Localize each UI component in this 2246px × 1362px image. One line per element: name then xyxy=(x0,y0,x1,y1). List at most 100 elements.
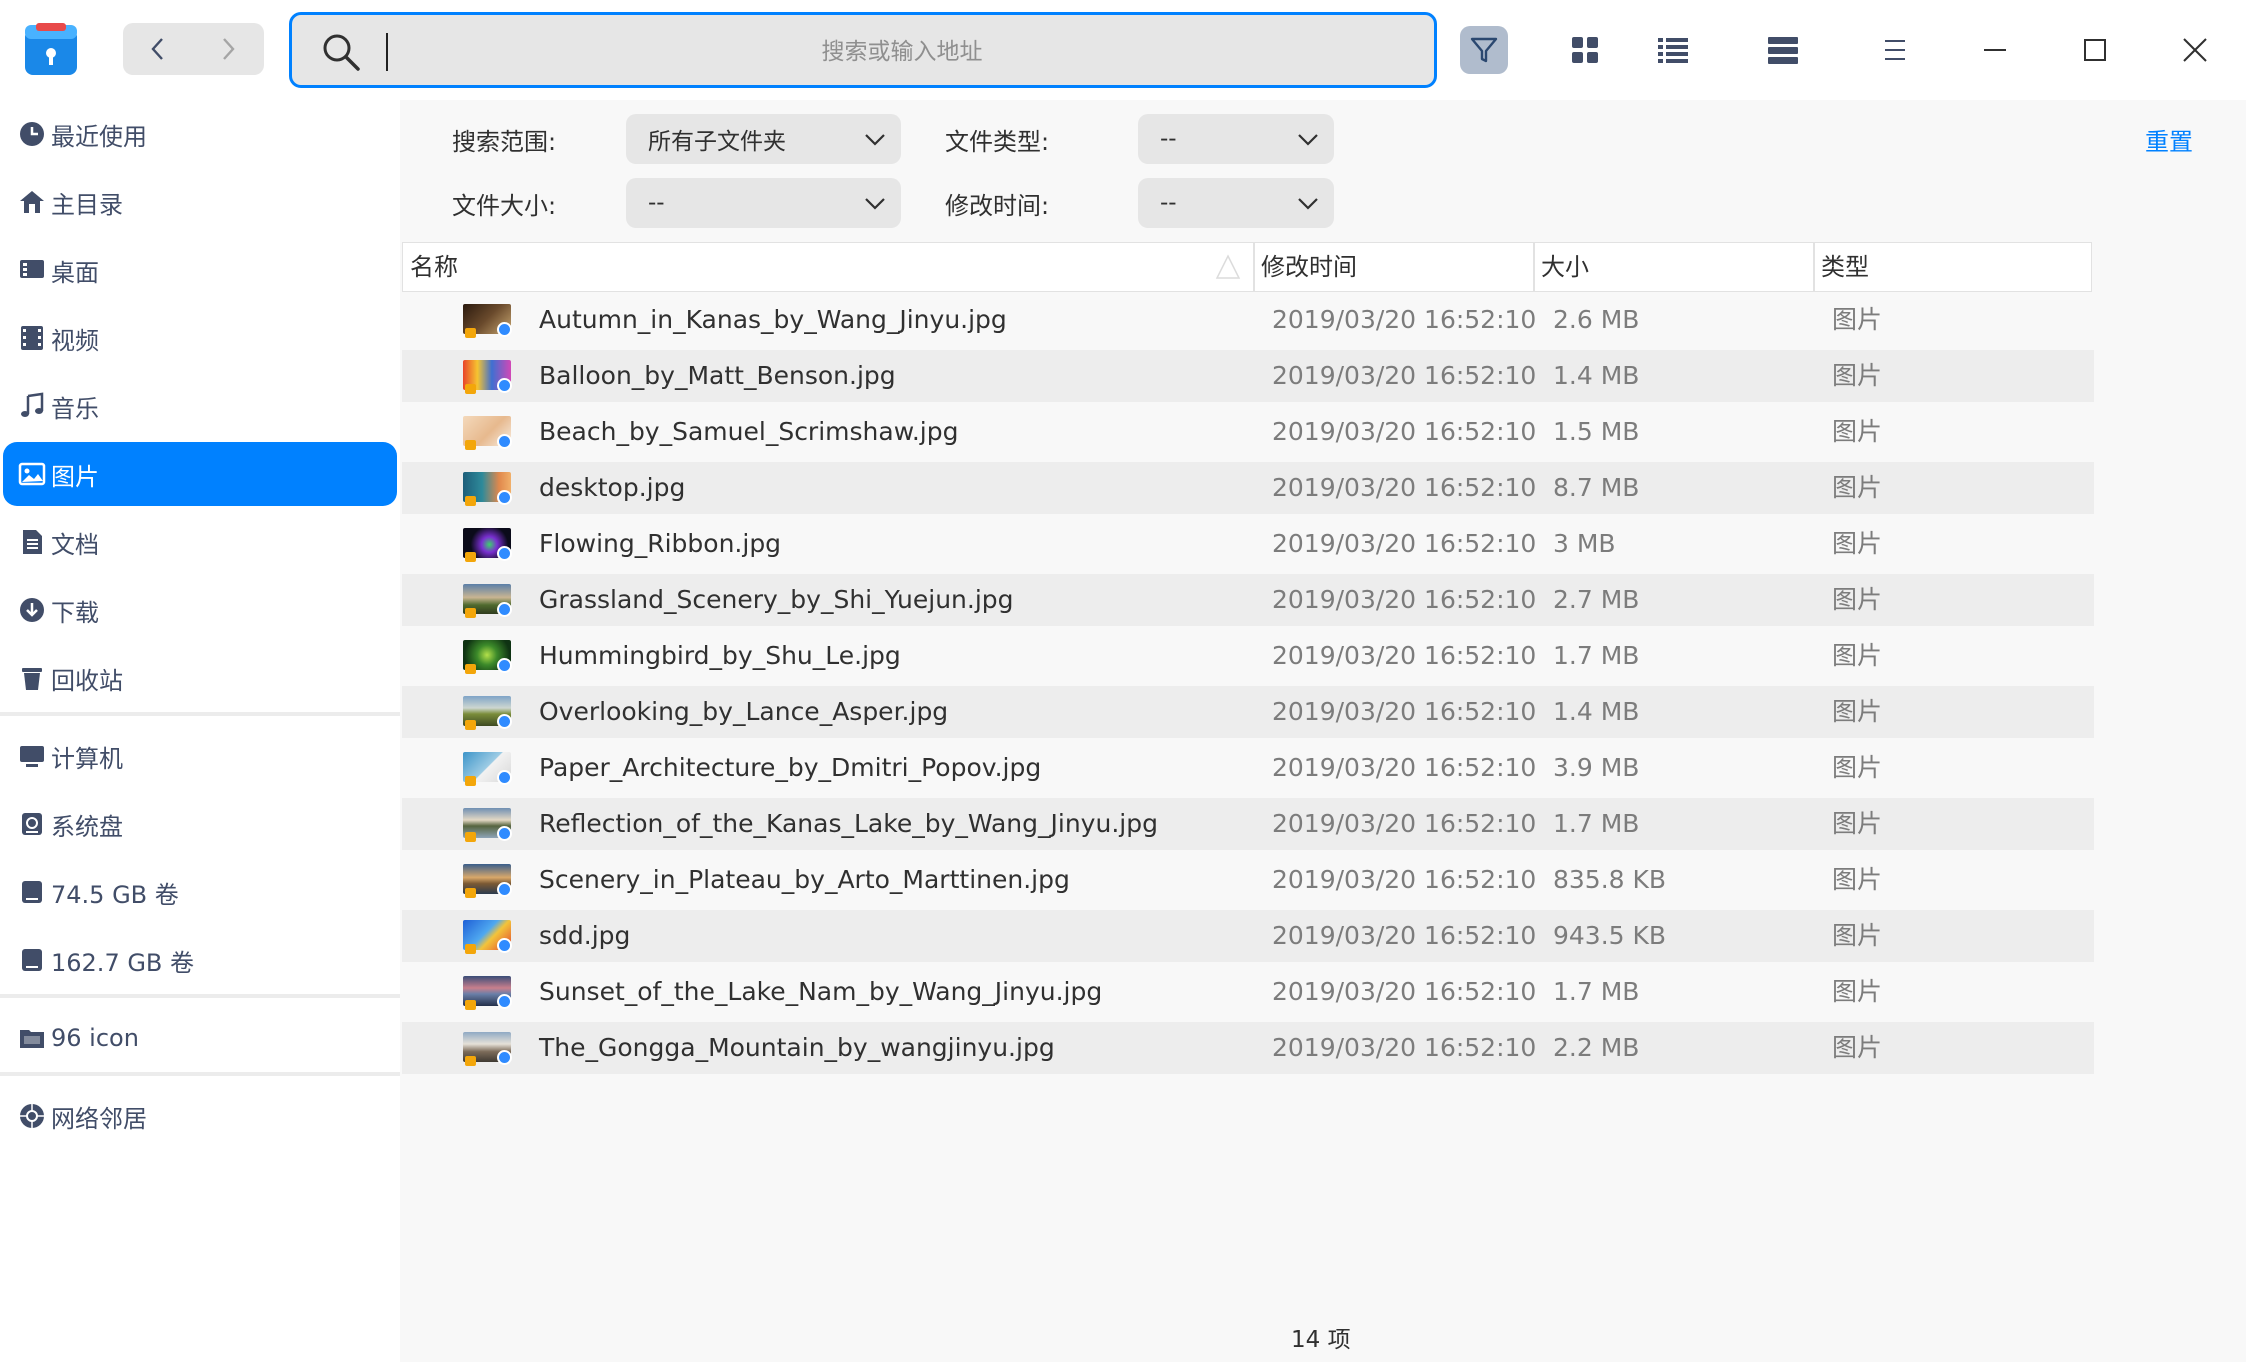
file-name: Sunset_of_the_Lake_Nam_by_Wang_Jinyu.jpg xyxy=(539,977,1103,1006)
table-row[interactable]: The_Gongga_Mountain_by_wangjinyu.jpg 201… xyxy=(402,1022,2094,1074)
table-row[interactable]: Scenery_in_Plateau_by_Arto_Marttinen.jpg… xyxy=(402,854,2094,906)
sidebar-item-trash[interactable]: 回收站 xyxy=(3,646,397,710)
text-caret xyxy=(386,33,388,71)
sidebar-item-network[interactable]: 网络邻居 xyxy=(3,1084,397,1148)
search-icon xyxy=(323,34,360,71)
sidebar-item-label: 回收站 xyxy=(51,666,123,695)
sidebar: 最近使用 主目录 桌面 视频 音乐 图片 文档 下载 回收站 计算机 系统盘 7… xyxy=(0,100,400,1362)
desktop-icon xyxy=(17,255,47,285)
modified-time-dropdown[interactable]: -- xyxy=(1138,178,1334,228)
search-scope-label: 搜索范围: xyxy=(452,128,557,156)
image-thumbnail xyxy=(463,920,512,954)
sidebar-item-desktop[interactable]: 桌面 xyxy=(3,238,397,302)
chevron-right-icon xyxy=(223,38,235,60)
file-modified: 2019/03/20 16:52:10 xyxy=(1272,305,1537,334)
sidebar-item-downloads[interactable]: 下载 xyxy=(3,578,397,642)
file-size: 3 MB xyxy=(1553,529,1616,558)
file-size-dropdown[interactable]: -- xyxy=(626,178,901,228)
table-row[interactable]: Sunset_of_the_Lake_Nam_by_Wang_Jinyu.jpg… xyxy=(402,966,2094,1018)
back-button[interactable] xyxy=(123,23,193,75)
file-size: 1.5 MB xyxy=(1553,417,1640,446)
table-row[interactable]: Flowing_Ribbon.jpg 2019/03/20 16:52:10 3… xyxy=(402,518,2094,570)
chevron-left-icon xyxy=(151,38,163,60)
lock-icon xyxy=(465,328,476,338)
minimize-button[interactable] xyxy=(1971,26,2019,74)
lock-icon xyxy=(465,832,476,842)
table-row[interactable]: Reflection_of_the_Kanas_Lake_by_Wang_Jin… xyxy=(402,798,2094,850)
column-separator[interactable] xyxy=(1813,243,1815,291)
column-separator[interactable] xyxy=(1533,243,1535,291)
table-row[interactable]: sdd.jpg 2019/03/20 16:52:10 943.5 KB 图片 xyxy=(402,910,2094,962)
search-input[interactable] xyxy=(402,25,1402,79)
file-size: 1.7 MB xyxy=(1553,641,1640,670)
table-row[interactable]: Beach_by_Samuel_Scrimshaw.jpg 2019/03/20… xyxy=(402,406,2094,458)
table-header: 名称 修改时间 大小 类型 xyxy=(402,242,2092,292)
column-separator[interactable] xyxy=(1253,243,1255,291)
close-button[interactable] xyxy=(2171,26,2219,74)
sidebar-item-home[interactable]: 主目录 xyxy=(3,170,397,234)
image-thumbnail xyxy=(463,640,512,674)
file-name: Scenery_in_Plateau_by_Arto_Marttinen.jpg xyxy=(539,865,1070,894)
sidebar-item-pictures[interactable]: 图片 xyxy=(3,442,397,506)
sidebar-item-system-disk[interactable]: 系统盘 xyxy=(3,792,397,856)
lock-icon xyxy=(465,776,476,786)
maximize-button[interactable] xyxy=(2071,26,2119,74)
file-type: 图片 xyxy=(1832,641,1883,670)
search-scope-dropdown[interactable]: 所有子文件夹 xyxy=(626,114,901,164)
music-icon xyxy=(17,391,47,421)
sidebar-item-music[interactable]: 音乐 xyxy=(3,374,397,438)
file-type-dropdown[interactable]: -- xyxy=(1138,114,1334,164)
table-row[interactable]: Autumn_in_Kanas_by_Wang_Jinyu.jpg 2019/0… xyxy=(402,294,2094,346)
link-icon xyxy=(497,826,512,841)
search-scope-value: 所有子文件夹 xyxy=(648,129,786,155)
sidebar-item-label: 系统盘 xyxy=(51,812,123,841)
sidebar-item-label: 视频 xyxy=(51,326,99,355)
table-row[interactable]: Grassland_Scenery_by_Shi_Yuejun.jpg 2019… xyxy=(402,574,2094,626)
table-row[interactable]: Balloon_by_Matt_Benson.jpg 2019/03/20 16… xyxy=(402,350,2094,402)
chevron-down-icon xyxy=(865,134,885,146)
reset-button[interactable]: 重置 xyxy=(2145,122,2193,157)
column-header-modified[interactable]: 修改时间 xyxy=(1261,243,1357,291)
main-menu-button[interactable] xyxy=(1871,26,1919,74)
trash-icon xyxy=(17,663,47,693)
titlebar xyxy=(0,0,2246,100)
lock-icon xyxy=(465,1056,476,1066)
sidebar-item-documents[interactable]: 文档 xyxy=(3,510,397,574)
sidebar-divider xyxy=(0,712,400,716)
image-thumbnail xyxy=(463,360,512,394)
list-view-icon xyxy=(1658,38,1688,63)
table-row[interactable]: Overlooking_by_Lance_Asper.jpg 2019/03/2… xyxy=(402,686,2094,738)
system-disk-icon xyxy=(17,809,47,839)
sidebar-divider xyxy=(0,994,400,998)
sidebar-item-96-icon[interactable]: 96 icon xyxy=(3,1006,397,1070)
column-header-name[interactable]: 名称 xyxy=(410,243,458,291)
link-icon xyxy=(497,378,512,393)
sidebar-item-volume-162[interactable]: 162.7 GB 卷 xyxy=(3,928,397,992)
icon-view-button[interactable] xyxy=(1561,26,1609,74)
filter-button[interactable] xyxy=(1460,26,1508,74)
column-header-size[interactable]: 大小 xyxy=(1541,243,1589,291)
video-icon xyxy=(17,323,47,353)
lock-icon xyxy=(465,664,476,674)
sidebar-item-computer[interactable]: 计算机 xyxy=(3,724,397,788)
sidebar-item-videos[interactable]: 视频 xyxy=(3,306,397,370)
file-modified: 2019/03/20 16:52:10 xyxy=(1272,641,1537,670)
sidebar-item-recent[interactable]: 最近使用 xyxy=(3,102,397,166)
file-type: 图片 xyxy=(1832,305,1883,334)
sidebar-item-label: 162.7 GB 卷 xyxy=(51,948,195,977)
sidebar-item-volume-74[interactable]: 74.5 GB 卷 xyxy=(3,860,397,924)
drive-icon xyxy=(17,945,47,975)
column-header-type[interactable]: 类型 xyxy=(1821,243,1869,291)
table-row[interactable]: Hummingbird_by_Shu_Le.jpg 2019/03/20 16:… xyxy=(402,630,2094,682)
table-row[interactable]: desktop.jpg 2019/03/20 16:52:10 8.7 MB 图… xyxy=(402,462,2094,514)
forward-button[interactable] xyxy=(193,23,263,75)
file-modified: 2019/03/20 16:52:10 xyxy=(1272,921,1537,950)
list-view-button[interactable] xyxy=(1649,26,1697,74)
file-type-value: -- xyxy=(1160,126,1177,152)
detail-view-button[interactable] xyxy=(1759,26,1807,74)
file-modified: 2019/03/20 16:52:10 xyxy=(1272,865,1537,894)
navigation-buttons xyxy=(123,23,264,75)
file-modified: 2019/03/20 16:52:10 xyxy=(1272,1033,1537,1062)
table-row[interactable]: Paper_Architecture_by_Dmitri_Popov.jpg 2… xyxy=(402,742,2094,794)
search-box[interactable] xyxy=(289,12,1437,88)
